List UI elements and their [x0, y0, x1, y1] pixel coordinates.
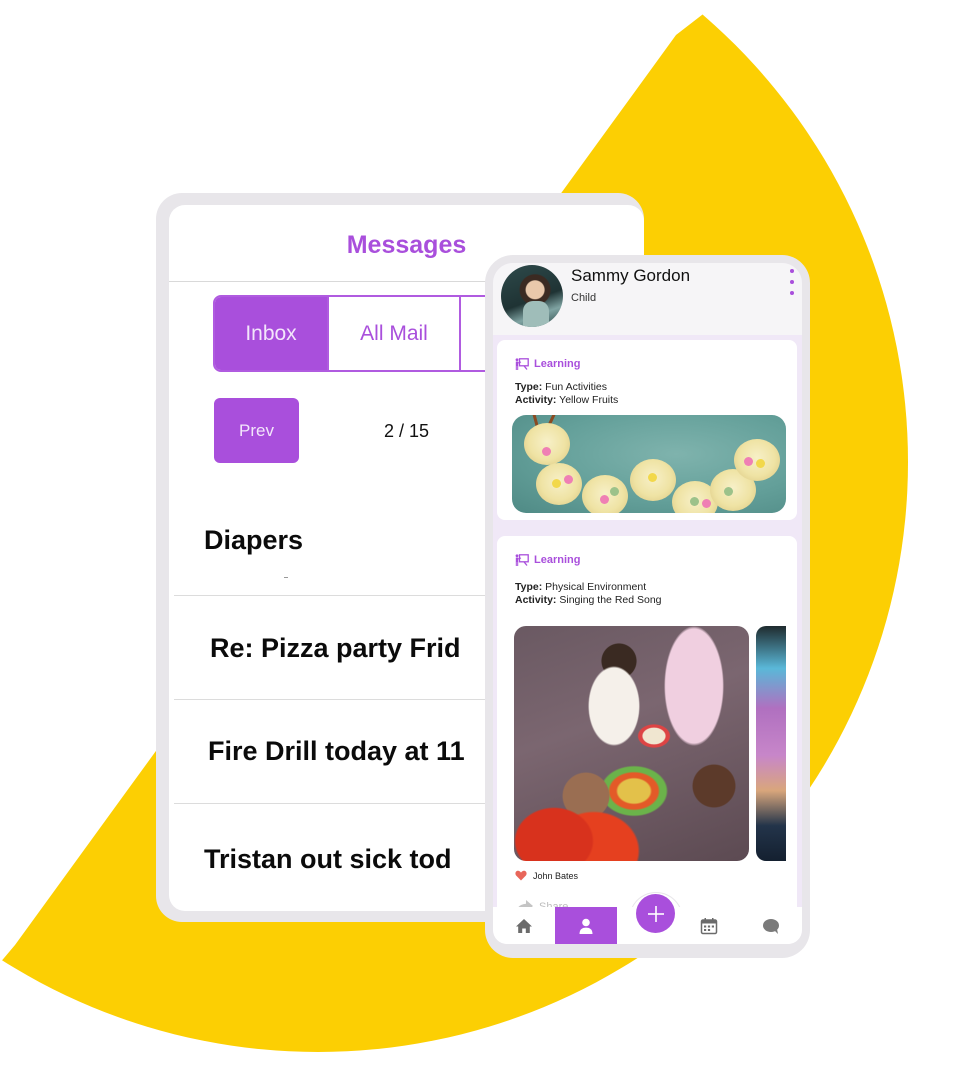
post-category: Learning: [515, 358, 580, 370]
post-category-label: Learning: [534, 554, 581, 566]
nav-home[interactable]: [493, 907, 555, 944]
photo-detail: [542, 447, 551, 456]
heart-icon[interactable]: [515, 870, 527, 881]
photo-detail: [582, 475, 628, 513]
avatar-figure: [523, 301, 549, 327]
post-photo[interactable]: [512, 415, 786, 513]
post-photo[interactable]: [514, 626, 749, 861]
photo-detail: [756, 459, 765, 468]
avatar[interactable]: [501, 265, 563, 327]
activity-post-card: Learning Type: Fun Activities Activity: …: [497, 340, 797, 520]
message-subject: Re: Pizza party Frid: [210, 633, 461, 663]
home-icon: [515, 918, 532, 933]
message-preview-mark: [284, 577, 288, 578]
nav-profile[interactable]: [554, 907, 617, 944]
prev-page-button[interactable]: Prev: [214, 398, 299, 463]
tab-all-mail[interactable]: All Mail: [329, 297, 461, 370]
add-post-button[interactable]: [636, 894, 675, 933]
photo-detail: [600, 495, 609, 504]
message-subject: Tristan out sick tod: [204, 844, 452, 874]
likes-row: John Bates: [515, 870, 578, 881]
child-role: Child: [571, 292, 597, 304]
teacher-board-icon: [515, 554, 529, 566]
type-value: Fun Activities: [545, 381, 608, 393]
next-photo-peek[interactable]: [756, 626, 786, 861]
person-icon: [579, 918, 593, 934]
photo-detail: [702, 499, 711, 508]
child-profile-screen: Sammy Gordon Child Learning Type: Fun Ac…: [493, 263, 802, 944]
post-category: Learning: [515, 554, 580, 566]
type-label: Type:: [515, 581, 543, 593]
calendar-icon: [701, 917, 718, 934]
photo-detail: [744, 457, 753, 466]
post-details: Type: Fun Activities Activity: Yellow Fr…: [515, 381, 618, 407]
activity-value: Yellow Fruits: [559, 394, 619, 406]
photo-detail: [648, 473, 657, 482]
activity-post-card: Learning Type: Physical Environment Acti…: [497, 536, 797, 944]
child-name: Sammy Gordon: [571, 266, 691, 285]
post-details: Type: Physical Environment Activity: Sin…: [515, 581, 662, 607]
tab-inbox[interactable]: Inbox: [215, 297, 329, 370]
photo-detail: [524, 423, 570, 465]
activity-value: Singing the Red Song: [559, 594, 662, 606]
photo-detail: [610, 487, 619, 496]
activity-label: Activity:: [515, 394, 557, 406]
message-subject: Diapers: [204, 525, 304, 555]
photo-detail: [724, 487, 733, 496]
plus-icon: [647, 905, 664, 922]
profile-header: Sammy Gordon Child: [493, 263, 802, 335]
liked-by-name: John Bates: [533, 870, 579, 881]
type-value: Physical Environment: [545, 581, 647, 593]
chat-bubble-icon: [763, 918, 780, 934]
type-label: Type:: [515, 381, 543, 393]
post-category-label: Learning: [534, 358, 581, 370]
nav-calendar[interactable]: [678, 907, 740, 944]
photo-detail: [552, 479, 561, 488]
kebab-menu-icon[interactable]: [788, 269, 796, 295]
phone-device-frame: Sammy Gordon Child Learning Type: Fun Ac…: [485, 255, 810, 958]
photo-detail: [564, 475, 573, 484]
message-subject: Fire Drill today at 11: [208, 736, 465, 766]
nav-chat[interactable]: [740, 907, 802, 944]
teacher-board-icon: [515, 358, 529, 370]
page-indicator: 2 / 15: [384, 421, 430, 441]
photo-detail: [690, 497, 699, 506]
activity-label: Activity:: [515, 594, 557, 606]
